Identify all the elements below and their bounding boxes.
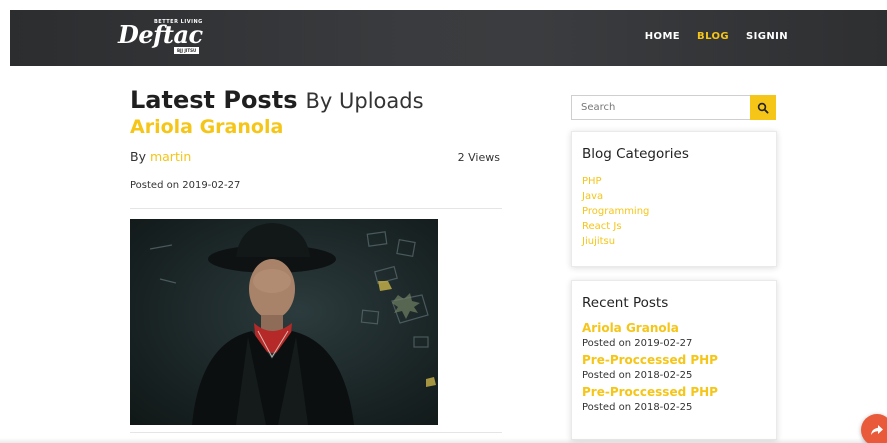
share-button[interactable] bbox=[861, 414, 887, 443]
brand-logo[interactable]: BETTER LIVING Deftac BJJ JITSU bbox=[114, 16, 214, 58]
nav-blog-link[interactable]: BLOG bbox=[697, 31, 729, 42]
author-link[interactable]: martin bbox=[150, 149, 191, 164]
search-bar bbox=[571, 95, 777, 120]
search-button[interactable] bbox=[750, 95, 776, 120]
by-label: By bbox=[130, 149, 146, 164]
divider bbox=[130, 208, 502, 209]
post-views: 2 Views bbox=[457, 151, 500, 164]
recent-post-link[interactable]: Pre-Proccessed PHP bbox=[582, 353, 776, 367]
blog-categories-title: Blog Categories bbox=[582, 146, 689, 162]
category-link[interactable]: Java bbox=[582, 189, 776, 204]
bottom-shadow bbox=[0, 438, 887, 443]
post-title-link[interactable]: Ariola Granola bbox=[130, 116, 502, 138]
post-meta: By martin 2 Views bbox=[130, 149, 502, 164]
blog-categories-card: Blog Categories PHP Java Programming Rea… bbox=[571, 131, 777, 267]
recent-post-date: Posted on 2018-02-25 bbox=[582, 370, 693, 381]
portrait-photo-icon bbox=[149, 223, 436, 425]
recent-posts-title: Recent Posts bbox=[582, 295, 669, 311]
post-image[interactable] bbox=[130, 219, 438, 425]
recent-posts-list: Ariola Granola Posted on 2019-02-27 Pre-… bbox=[582, 321, 776, 413]
post-date: Posted on 2019-02-27 bbox=[130, 180, 241, 191]
page-title: Latest Posts bbox=[130, 86, 298, 114]
nav-home-link[interactable]: HOME bbox=[645, 31, 680, 42]
navbar: BETTER LIVING Deftac BJJ JITSU HOME BLOG… bbox=[10, 10, 887, 66]
recent-posts-card: Recent Posts Ariola Granola Posted on 20… bbox=[571, 280, 777, 440]
share-arrow-icon bbox=[871, 425, 883, 435]
sidebar: Blog Categories PHP Java Programming Rea… bbox=[571, 95, 777, 440]
main-nav: HOME BLOG SIGNIN bbox=[645, 31, 788, 42]
logo-tagline-bottom: BJJ JITSU bbox=[174, 47, 200, 54]
recent-post-date: Posted on 2018-02-25 bbox=[582, 402, 693, 413]
category-link[interactable]: PHP bbox=[582, 174, 776, 189]
divider bbox=[130, 432, 502, 433]
search-input[interactable] bbox=[571, 95, 750, 120]
nav-signin-link[interactable]: SIGNIN bbox=[746, 31, 788, 42]
page-subtitle: By Uploads bbox=[305, 89, 424, 113]
category-list: PHP Java Programming React Js Jiujitsu bbox=[582, 174, 776, 249]
category-link[interactable]: Programming bbox=[582, 204, 776, 219]
page-heading: Latest Posts By Uploads bbox=[130, 86, 502, 114]
category-link[interactable]: React Js bbox=[582, 219, 776, 234]
logo-text: Deftac bbox=[118, 20, 203, 49]
main-content: Latest Posts By Uploads Ariola Granola B… bbox=[130, 86, 502, 425]
category-link[interactable]: Jiujitsu bbox=[582, 234, 776, 249]
recent-post-link[interactable]: Pre-Proccessed PHP bbox=[582, 385, 776, 399]
post-author: By martin bbox=[130, 149, 191, 164]
recent-post-link[interactable]: Ariola Granola bbox=[582, 321, 776, 335]
recent-post-date: Posted on 2019-02-27 bbox=[582, 338, 693, 349]
search-icon bbox=[757, 102, 769, 114]
